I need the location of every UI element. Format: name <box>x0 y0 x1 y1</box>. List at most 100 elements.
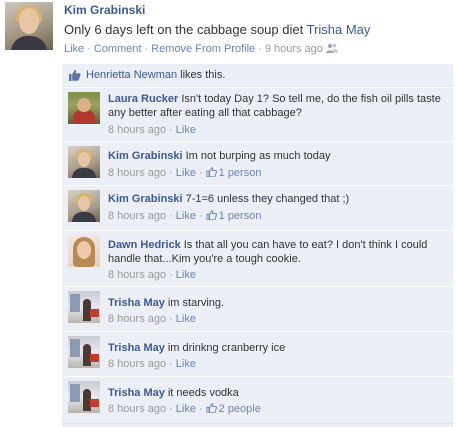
post-actions: Like · Comment · Remove From Profile · 9 hours… <box>64 43 338 55</box>
comment-meta: 8 hours ago · Like <box>108 124 196 136</box>
comment-meta: 8 hours ago · Like · 1 person <box>108 167 261 179</box>
comment-item: Kim Grabinski Im not burping as much toda… <box>62 141 453 186</box>
likes-summary: Henrietta Newman likes this. <box>62 64 453 87</box>
like-button[interactable]: Like <box>64 43 84 55</box>
post-author-link[interactable]: Kim Grabinski <box>64 3 145 17</box>
thumbs-up-icon <box>69 69 81 81</box>
comment-like-button[interactable]: Like <box>176 313 196 325</box>
comment-timestamp[interactable]: 8 hours ago <box>108 167 166 179</box>
thumbs-up-icon <box>206 167 217 177</box>
comment-body: Trisha May it needs vodka <box>108 386 444 400</box>
post-message: Only 6 days left on the cabbage soup die… <box>64 22 370 37</box>
likes-count-text: 1 person <box>218 167 262 179</box>
avatar-body <box>72 212 96 222</box>
likes-count-text: 2 people <box>218 403 261 415</box>
commenter-name-link[interactable]: Dawn Hedrick <box>108 239 181 251</box>
commenter-name-link[interactable]: Kim Grabinski <box>108 193 183 205</box>
commenter-avatar[interactable] <box>68 291 100 323</box>
comment-likes-count[interactable]: 1 person <box>206 167 262 179</box>
comment-text: im drinkng cranberry ice <box>167 342 286 354</box>
likes-count-text: 1 person <box>218 210 262 222</box>
comment-button[interactable]: Comment <box>94 43 142 55</box>
comment-timestamp[interactable]: 8 hours ago <box>108 210 166 222</box>
comment-meta: 8 hours ago · Like <box>108 358 196 370</box>
thumbs-up-icon <box>206 210 217 220</box>
likes-text: Henrietta Newman likes this. <box>86 69 225 81</box>
commenter-name-link[interactable]: Trisha May <box>108 387 165 399</box>
comment-item: Laura Rucker Isn't today Day 1? So tell m… <box>62 87 453 142</box>
commenter-avatar[interactable] <box>68 381 100 413</box>
separator: · <box>144 43 149 55</box>
comment-text: 7-1=6 unless they changed that ;) <box>185 193 350 205</box>
avatar-window <box>70 294 80 312</box>
avatar-face <box>77 241 91 259</box>
comment-body: Laura Rucker Isn't today Day 1? So tell m… <box>108 92 444 120</box>
separator: · <box>169 210 173 222</box>
separator: · <box>87 43 91 55</box>
commenter-name-link[interactable]: Trisha May <box>108 297 165 309</box>
comment-meta: 8 hours ago · Like · 2 people <box>108 403 261 415</box>
separator: · <box>198 403 203 415</box>
commenter-avatar[interactable] <box>68 92 100 124</box>
comment-item: Trisha May it needs vodka 8 hours ago · Lik… <box>62 376 453 424</box>
comment-like-button[interactable]: Like <box>176 269 196 281</box>
comment-likes-count[interactable]: 2 people <box>206 403 261 415</box>
likes-suffix: likes this. <box>177 69 226 81</box>
comment-body: Trisha May im drinkng cranberry ice <box>108 341 444 355</box>
commenter-avatar[interactable] <box>68 146 100 178</box>
post-timestamp[interactable]: 9 hours ago <box>265 43 323 55</box>
separator: · <box>169 167 173 179</box>
separator: · <box>198 167 203 179</box>
comment-timestamp[interactable]: 8 hours ago <box>108 124 166 136</box>
avatar-window <box>70 339 80 357</box>
avatar-face <box>78 196 90 211</box>
feedback-box: Henrietta Newman likes this. Laura Rucke… <box>62 64 453 427</box>
avatar-body <box>73 110 95 124</box>
comment-item: Dawn Hedrick Is that all you can have to … <box>62 230 453 287</box>
comment-body: Kim Grabinski Im not burping as much toda… <box>108 149 444 163</box>
avatar-face <box>78 152 90 167</box>
commenter-avatar[interactable] <box>68 190 100 222</box>
comment-like-button[interactable]: Like <box>176 124 196 136</box>
separator: · <box>169 403 173 415</box>
avatar-face <box>77 98 91 112</box>
avatar-body <box>11 36 47 50</box>
avatar-detail <box>90 354 99 362</box>
comment-text: it needs vodka <box>167 387 239 399</box>
comment-like-button[interactable]: Like <box>176 167 196 179</box>
friends-icon <box>325 43 338 53</box>
remove-from-profile-button[interactable]: Remove From Profile <box>151 43 255 55</box>
comment-like-button[interactable]: Like <box>176 210 196 222</box>
avatar-detail <box>90 399 99 407</box>
post-message-text: Only 6 days left on the cabbage soup die… <box>64 22 304 37</box>
comment-likes-count[interactable]: 1 person <box>206 210 262 222</box>
comment-meta: 8 hours ago · Like · 1 person <box>108 210 261 222</box>
commenter-avatar[interactable] <box>68 235 100 267</box>
comment-like-button[interactable]: Like <box>176 358 196 370</box>
avatar-detail <box>90 309 99 317</box>
tagged-friend-link[interactable]: Trisha May <box>307 22 371 37</box>
liker-name-link[interactable]: Henrietta Newman <box>86 69 177 81</box>
comment-timestamp[interactable]: 8 hours ago <box>108 358 166 370</box>
comment-timestamp[interactable]: 8 hours ago <box>108 313 166 325</box>
comment-body: Kim Grabinski 7-1=6 unless they changed t… <box>108 192 444 206</box>
commenter-name-link[interactable]: Laura Rucker <box>108 93 178 105</box>
comment-text: im starving. <box>167 297 225 309</box>
avatar-face <box>19 8 39 34</box>
comment-item: Trisha May im drinkng cranberry ice 8 hou… <box>62 331 453 377</box>
comment-timestamp[interactable]: 8 hours ago <box>108 403 166 415</box>
separator: · <box>169 358 173 370</box>
commenter-avatar[interactable] <box>68 336 100 368</box>
comment-timestamp[interactable]: 8 hours ago <box>108 269 166 281</box>
separator: · <box>258 43 262 55</box>
comment-item: Kim Grabinski 7-1=6 unless they changed t… <box>62 185 453 231</box>
avatar-window <box>70 384 80 402</box>
separator: · <box>169 269 173 281</box>
commenter-name-link[interactable]: Trisha May <box>108 342 165 354</box>
comment-body: Dawn Hedrick Is that all you can have to … <box>108 238 444 266</box>
author-avatar[interactable] <box>5 2 53 50</box>
comment-meta: 8 hours ago · Like <box>108 269 196 281</box>
comment-like-button[interactable]: Like <box>176 403 196 415</box>
comment-body: Trisha May im starving. <box>108 296 444 310</box>
commenter-name-link[interactable]: Kim Grabinski <box>108 150 183 162</box>
